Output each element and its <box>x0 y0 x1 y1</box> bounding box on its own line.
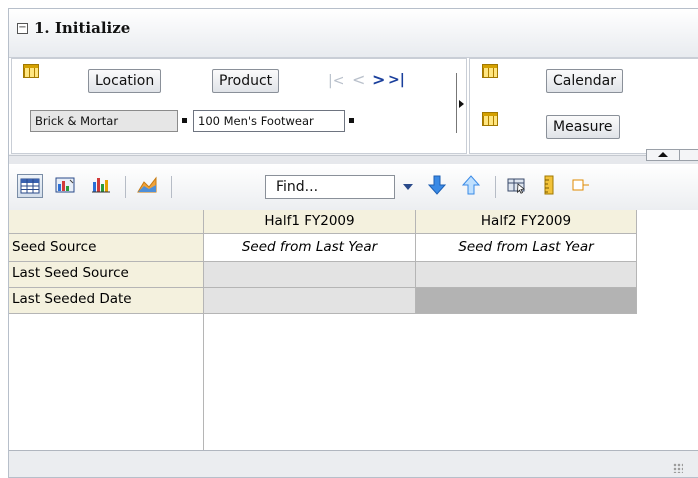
collapse-up-icon[interactable] <box>646 149 680 161</box>
splitter-handle[interactable] <box>679 149 698 161</box>
grid-cell[interactable]: Seed from Last Year <box>204 234 416 262</box>
grid-corner <box>9 210 204 234</box>
data-grid: Half1 FY2009 Half2 FY2009 Seed Source Se… <box>9 210 698 477</box>
next-page-icon[interactable]: > <box>372 71 385 89</box>
expand-arrow-icon[interactable] <box>459 100 464 108</box>
grid-cell[interactable] <box>416 288 637 314</box>
location-selector-marker <box>182 118 187 123</box>
product-dimension-button[interactable]: Product <box>212 69 280 93</box>
toolbar-separator <box>495 176 496 198</box>
toolbar-separator <box>125 176 126 198</box>
bar-chart-icon[interactable] <box>89 174 115 198</box>
calendar-dimension-button[interactable]: Calendar <box>546 69 623 93</box>
row-header[interactable]: Seed Source <box>9 234 204 262</box>
grid-cell[interactable] <box>204 288 416 314</box>
grid-cell[interactable] <box>416 262 637 288</box>
first-page-icon[interactable]: |< <box>328 72 344 90</box>
row-header[interactable]: Last Seed Source <box>9 262 204 288</box>
grid-cell[interactable] <box>204 262 416 288</box>
calendar-grid-icon <box>482 64 498 78</box>
initialize-panel: − 1. Initialize Location Product |< < > … <box>8 8 698 478</box>
status-bar <box>9 450 698 477</box>
measure-grid-icon <box>482 112 498 126</box>
resize-grip-icon[interactable] <box>673 463 683 473</box>
page-edge-left: Location Product |< < > >| Brick & Morta… <box>11 58 467 154</box>
area-chart-icon[interactable] <box>135 174 161 198</box>
row-header[interactable]: Last Seeded Date <box>9 288 204 314</box>
column-header[interactable]: Half1 FY2009 <box>204 210 416 234</box>
panel-title: 1. Initialize <box>34 19 131 37</box>
find-dropdown-icon[interactable] <box>403 184 413 190</box>
measure-dimension-button[interactable]: Measure <box>546 115 620 139</box>
find-input[interactable]: Find... <box>265 175 395 199</box>
collapse-toggle[interactable]: − <box>17 23 28 34</box>
edge-connector <box>456 73 457 133</box>
grid-empty-area <box>204 314 698 451</box>
ruler-icon[interactable] <box>537 174 563 198</box>
find-next-down-icon[interactable] <box>425 174 451 198</box>
find-previous-up-icon[interactable] <box>459 174 485 198</box>
toolbar-separator <box>171 176 172 198</box>
last-page-icon[interactable]: >| <box>388 71 405 89</box>
product-selector-marker <box>349 118 354 123</box>
select-grid-icon[interactable] <box>505 174 531 198</box>
panel-header: − 1. Initialize <box>9 9 698 58</box>
grid-cell[interactable]: Seed from Last Year <box>416 234 637 262</box>
row-header-empty-area <box>9 314 204 451</box>
location-selector[interactable]: Brick & Mortar <box>30 110 178 132</box>
grid-icon <box>23 64 39 78</box>
page-edge-band: Location Product |< < > >| Brick & Morta… <box>9 58 698 154</box>
previous-page-icon[interactable]: < <box>352 71 365 89</box>
location-dimension-button[interactable]: Location <box>88 69 162 93</box>
table-view-icon[interactable] <box>17 174 43 198</box>
grid-toolbar: Find... <box>9 164 698 211</box>
page-edge-right: Calendar Measure <box>469 58 698 154</box>
column-header[interactable]: Half2 FY2009 <box>416 210 637 234</box>
product-selector[interactable]: 100 Men's Footwear <box>193 110 345 132</box>
more-tools-icon[interactable] <box>569 174 595 198</box>
chart-table-view-icon[interactable] <box>53 174 79 198</box>
